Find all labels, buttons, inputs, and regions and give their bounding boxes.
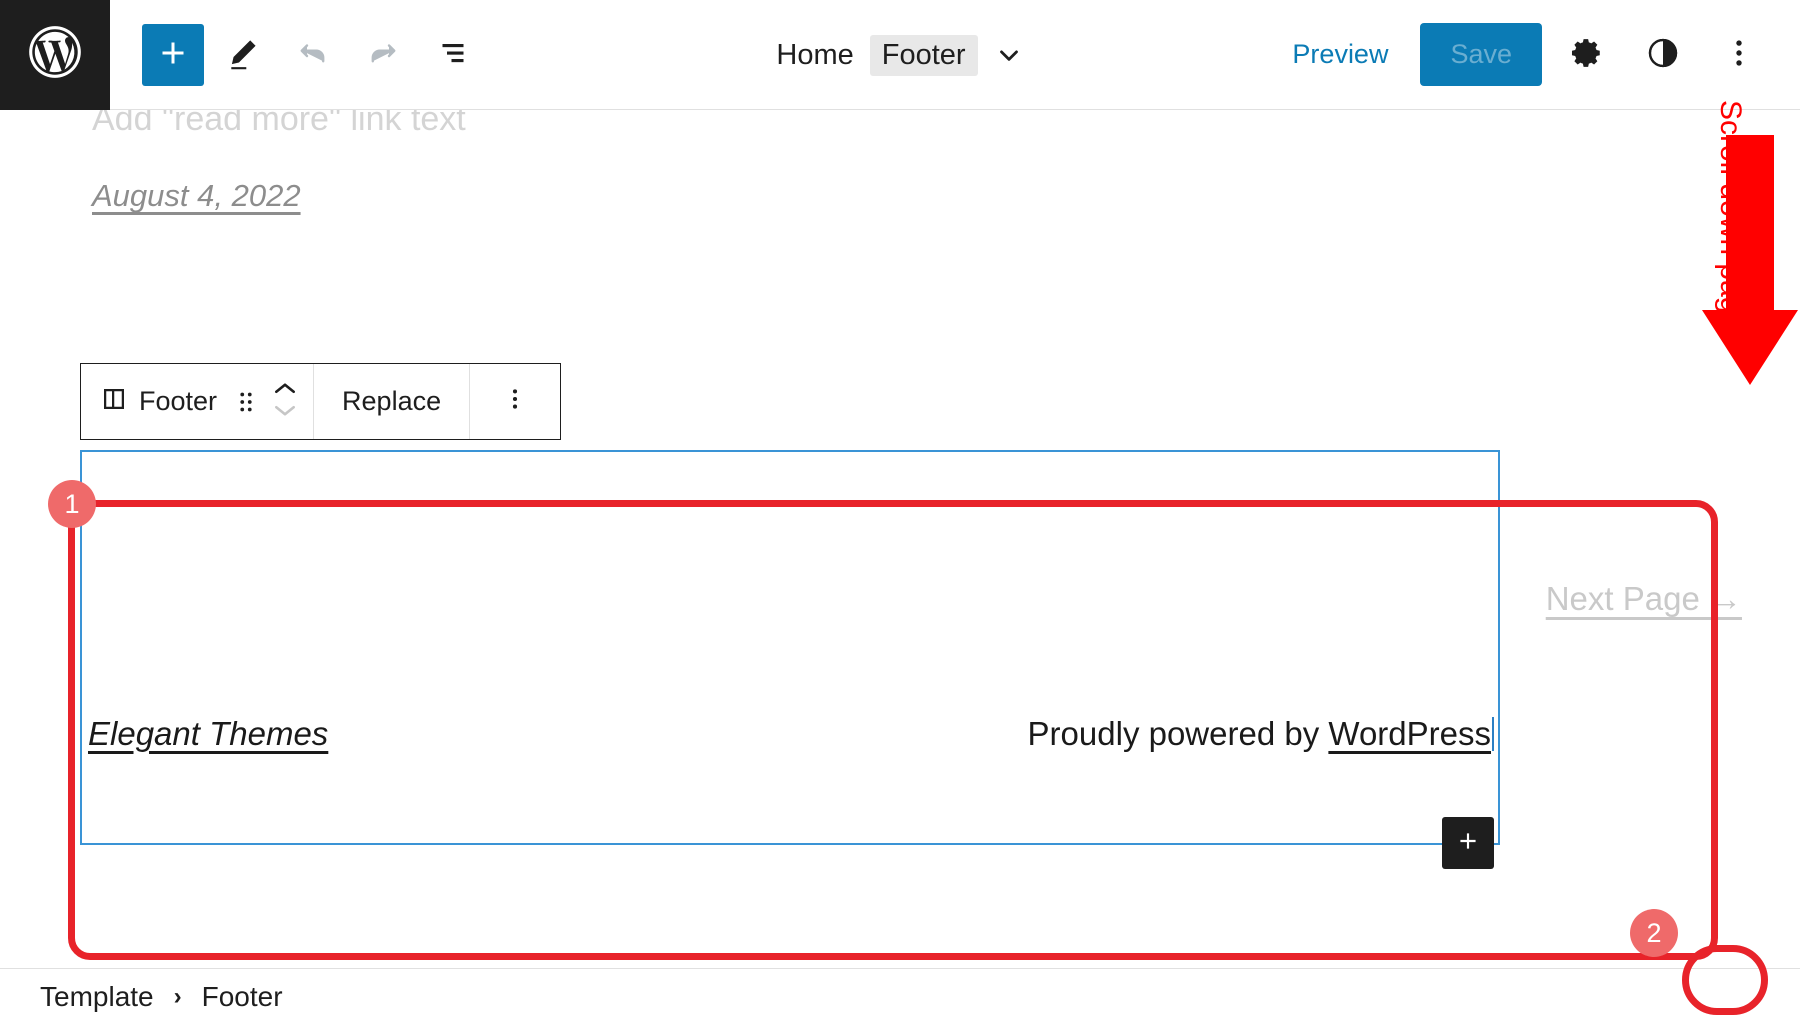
three-dots-vertical-icon: [502, 386, 528, 417]
wordpress-site-editor: Home Footer Preview Save Add "read more"…: [0, 0, 1800, 1025]
text-caret: [1492, 717, 1494, 751]
preview-button[interactable]: Preview: [1274, 29, 1406, 80]
block-type-button[interactable]: Footer: [87, 364, 229, 439]
undo-button[interactable]: [282, 24, 344, 86]
redo-arrow-icon: [365, 35, 401, 74]
chevron-down-icon: [994, 40, 1024, 70]
breadcrumb-item-template[interactable]: Template: [40, 981, 154, 1013]
document-home-label: Home: [776, 38, 854, 71]
breadcrumb-separator-icon: ›: [173, 983, 182, 1010]
wordpress-logo-icon: [24, 21, 86, 88]
annotation-badge-1: 1: [48, 480, 96, 528]
wordpress-link[interactable]: WordPress: [1328, 715, 1491, 752]
editor-canvas: Add "read more" link text August 4, 2022…: [0, 110, 1800, 968]
block-toolbar-replace-group: Replace: [314, 364, 471, 439]
chevron-down-icon[interactable]: [272, 403, 298, 424]
list-view-icon: [435, 35, 471, 74]
settings-button[interactable]: [1556, 24, 1618, 86]
wordpress-logo-button[interactable]: [0, 0, 110, 110]
block-toolbar-main-group: Footer: [81, 364, 315, 439]
pagination-next-link[interactable]: Next Page →: [1546, 580, 1742, 618]
powered-by-text: Proudly powered by WordPress: [1028, 715, 1494, 753]
elegant-themes-link[interactable]: Elegant Themes: [88, 715, 328, 753]
undo-arrow-icon: [295, 35, 331, 74]
block-movers[interactable]: [263, 380, 307, 424]
styles-button[interactable]: [1632, 24, 1694, 86]
document-title-button[interactable]: Home Footer: [776, 34, 1024, 76]
chevron-up-icon[interactable]: [272, 380, 298, 401]
save-button[interactable]: Save: [1420, 23, 1542, 86]
half-circle-contrast-icon: [1646, 36, 1680, 73]
breadcrumb-item-footer[interactable]: Footer: [202, 981, 283, 1013]
redo-button[interactable]: [352, 24, 414, 86]
post-date-text: August 4, 2022: [92, 178, 301, 213]
block-options-button[interactable]: [476, 386, 554, 417]
block-type-label: Footer: [139, 386, 218, 416]
three-dots-vertical-icon: [1722, 36, 1756, 73]
footer-template-part-block[interactable]: Elegant Themes Proudly powered by WordPr…: [80, 450, 1500, 869]
breadcrumb: Template › Footer: [0, 968, 1800, 1025]
block-toolbar: Footer Replace: [80, 363, 562, 440]
drag-handle-icon[interactable]: [229, 380, 263, 424]
annotation-badge-2: 2: [1630, 909, 1678, 957]
read-more-placeholder-text: Add "read more" link text: [92, 110, 466, 138]
add-block-button[interactable]: [142, 23, 204, 86]
more-options-button[interactable]: [1708, 24, 1770, 86]
edit-mode-button[interactable]: [212, 24, 274, 86]
toolbar-right-group: Preview Save: [1274, 23, 1800, 86]
list-view-button[interactable]: [422, 24, 484, 86]
template-part-icon: [99, 384, 129, 419]
plus-icon: [155, 35, 191, 74]
footer-content-row: Elegant Themes Proudly powered by WordPr…: [82, 715, 1498, 753]
pencil-edit-icon: [225, 35, 261, 74]
plus-icon: [1455, 828, 1481, 859]
document-part-label: Footer: [869, 34, 978, 76]
powered-by-prefix: Proudly powered by: [1027, 715, 1329, 752]
toolbar-left-group: [110, 23, 484, 86]
append-block-button[interactable]: [1442, 817, 1494, 869]
block-toolbar-options-group: [470, 364, 560, 439]
scroll-down-annotation-label: Scroll down page: [1714, 100, 1747, 331]
gear-icon: [1570, 36, 1604, 73]
editor-top-toolbar: Home Footer Preview Save: [0, 0, 1800, 110]
replace-button[interactable]: Replace: [320, 386, 463, 417]
